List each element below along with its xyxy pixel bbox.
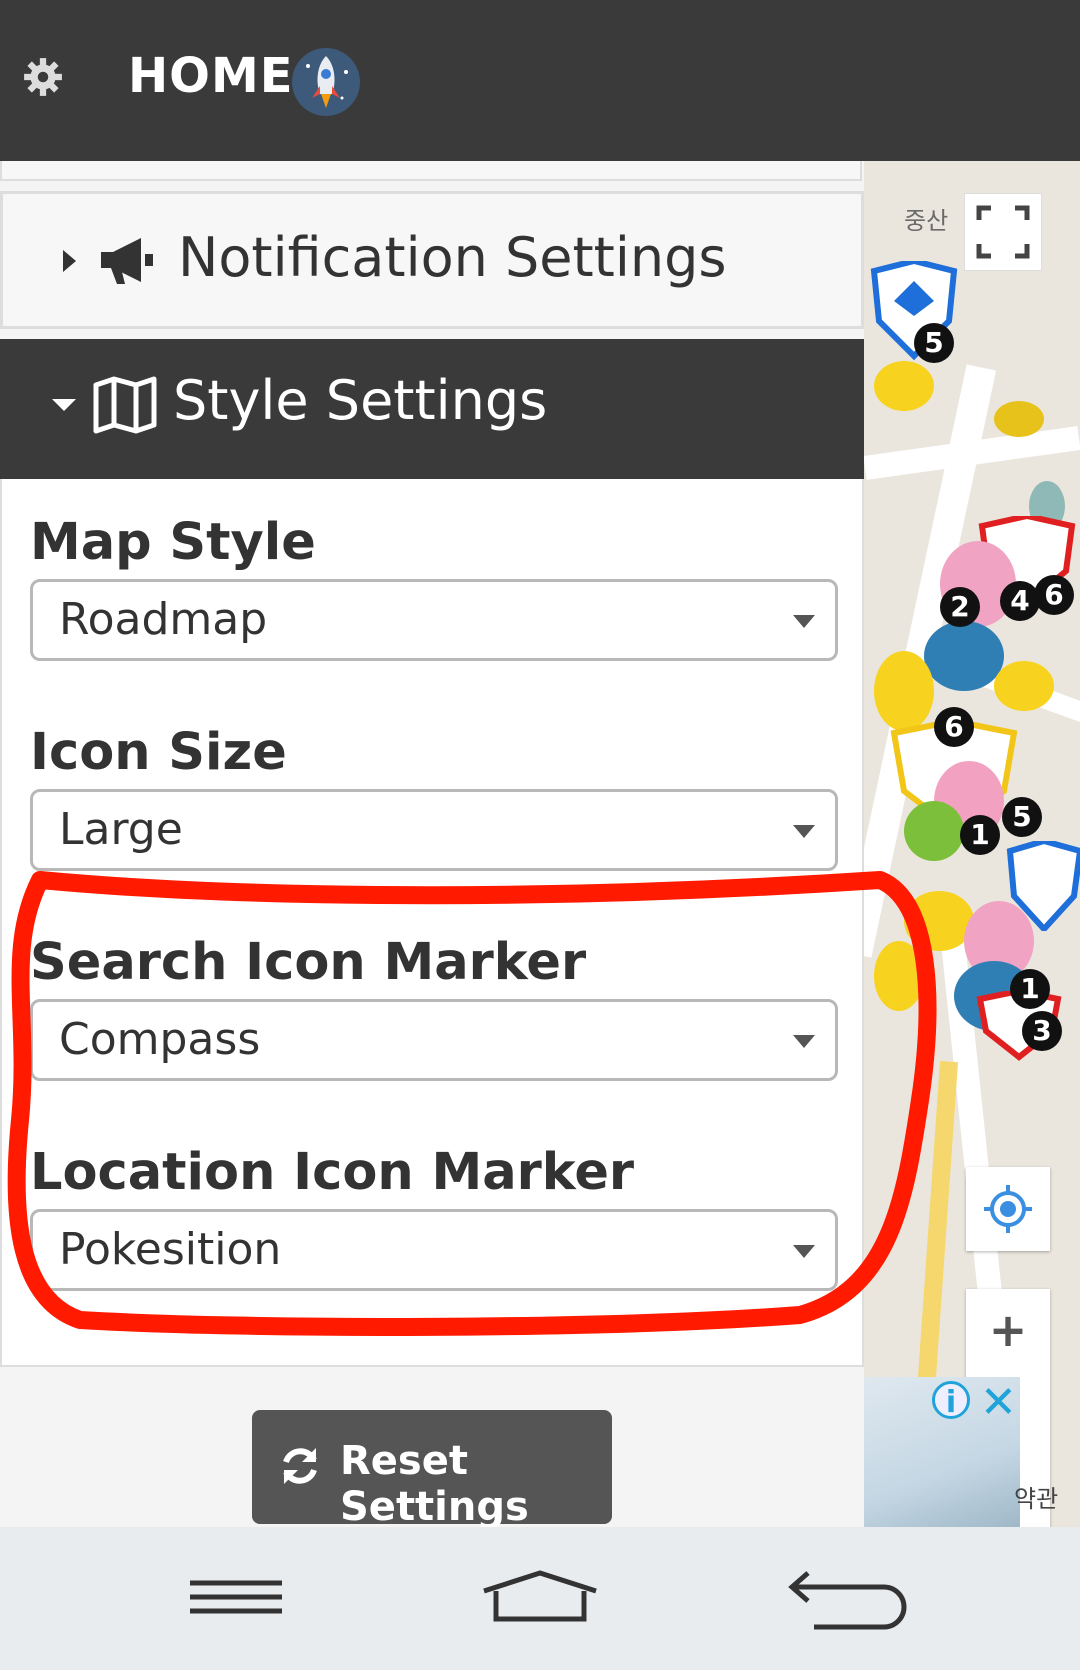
info-icon[interactable]: i bbox=[932, 1381, 970, 1420]
chevron-down-icon bbox=[793, 1245, 815, 1258]
crosshair-icon bbox=[984, 1185, 1032, 1233]
caret-right-icon bbox=[63, 250, 76, 272]
reset-settings-button[interactable]: Reset Settings bbox=[252, 1410, 612, 1530]
count-badge: 1 bbox=[960, 815, 1000, 855]
fullscreen-icon bbox=[976, 205, 1030, 259]
map-view[interactable]: 중산 5 2 4 6 6 5 1 1 3 + i ✕ 약관 bbox=[864, 161, 1080, 1527]
notification-settings-label: Notification Settings bbox=[178, 226, 727, 289]
map-terms-label[interactable]: 약관 bbox=[1014, 1479, 1058, 1514]
rocket-icon bbox=[292, 48, 360, 116]
fullscreen-button[interactable] bbox=[964, 193, 1042, 271]
pokemon-marker[interactable] bbox=[874, 651, 934, 731]
pokemon-marker[interactable] bbox=[904, 801, 964, 861]
gear-icon[interactable] bbox=[22, 56, 64, 98]
icon-size-label: Icon Size bbox=[30, 723, 287, 782]
search-icon-marker-value: Compass bbox=[59, 1014, 261, 1065]
collapsed-section-edge bbox=[0, 161, 862, 181]
back-icon[interactable] bbox=[744, 1527, 944, 1670]
map-style-select[interactable]: Roadmap bbox=[30, 579, 838, 661]
location-icon-marker-label: Location Icon Marker bbox=[30, 1143, 635, 1202]
megaphone-icon bbox=[101, 238, 153, 284]
count-badge: 6 bbox=[1034, 575, 1074, 615]
chevron-down-icon bbox=[793, 1035, 815, 1048]
map-icon bbox=[93, 376, 157, 434]
count-badge: 3 bbox=[1022, 1011, 1062, 1051]
system-nav-bar bbox=[0, 1527, 1080, 1670]
notification-settings-header[interactable]: Notification Settings bbox=[0, 191, 864, 329]
pokemon-marker[interactable] bbox=[874, 361, 934, 411]
icon-size-value: Large bbox=[59, 804, 183, 855]
location-icon-marker-select[interactable]: Pokesition bbox=[30, 1209, 838, 1291]
count-badge: 6 bbox=[934, 707, 974, 747]
reset-settings-label: Reset Settings bbox=[340, 1438, 529, 1530]
search-icon-marker-select[interactable]: Compass bbox=[30, 999, 838, 1081]
pokemon-marker[interactable] bbox=[874, 941, 924, 1011]
icon-size-select[interactable]: Large bbox=[30, 789, 838, 871]
ad-banner[interactable]: i ✕ bbox=[864, 1377, 1020, 1527]
caret-down-icon bbox=[52, 399, 76, 411]
style-settings-header[interactable]: Style Settings bbox=[0, 339, 864, 479]
page-title[interactable]: HOME bbox=[128, 48, 294, 104]
pokemon-marker[interactable] bbox=[924, 621, 1004, 691]
pokemon-marker[interactable] bbox=[994, 661, 1054, 711]
map-style-value: Roadmap bbox=[59, 594, 268, 645]
location-icon-marker-value: Pokesition bbox=[59, 1224, 282, 1275]
count-badge: 1 bbox=[1010, 969, 1050, 1009]
menu-icon[interactable] bbox=[136, 1527, 336, 1670]
chevron-down-icon bbox=[793, 615, 815, 628]
pokemon-marker[interactable] bbox=[994, 401, 1044, 437]
count-badge: 5 bbox=[914, 323, 954, 363]
settings-panel: Notification Settings Style Settings Map… bbox=[0, 161, 864, 1530]
style-settings-label: Style Settings bbox=[173, 369, 548, 432]
search-icon-marker-label: Search Icon Marker bbox=[30, 933, 587, 992]
home-icon[interactable] bbox=[440, 1527, 640, 1670]
count-badge: 2 bbox=[940, 587, 980, 627]
my-location-button[interactable] bbox=[966, 1167, 1050, 1251]
style-settings-body: Map Style Roadmap Icon Size Large Search… bbox=[0, 479, 864, 1367]
map-place-label: 중산 bbox=[904, 207, 949, 235]
plus-icon: + bbox=[988, 1303, 1028, 1357]
map-style-label: Map Style bbox=[30, 513, 316, 572]
refresh-icon bbox=[283, 1448, 317, 1484]
close-icon[interactable]: ✕ bbox=[980, 1377, 1017, 1428]
chevron-down-icon bbox=[793, 825, 815, 838]
count-badge: 5 bbox=[1002, 797, 1042, 837]
app-header: HOME bbox=[0, 0, 1080, 161]
